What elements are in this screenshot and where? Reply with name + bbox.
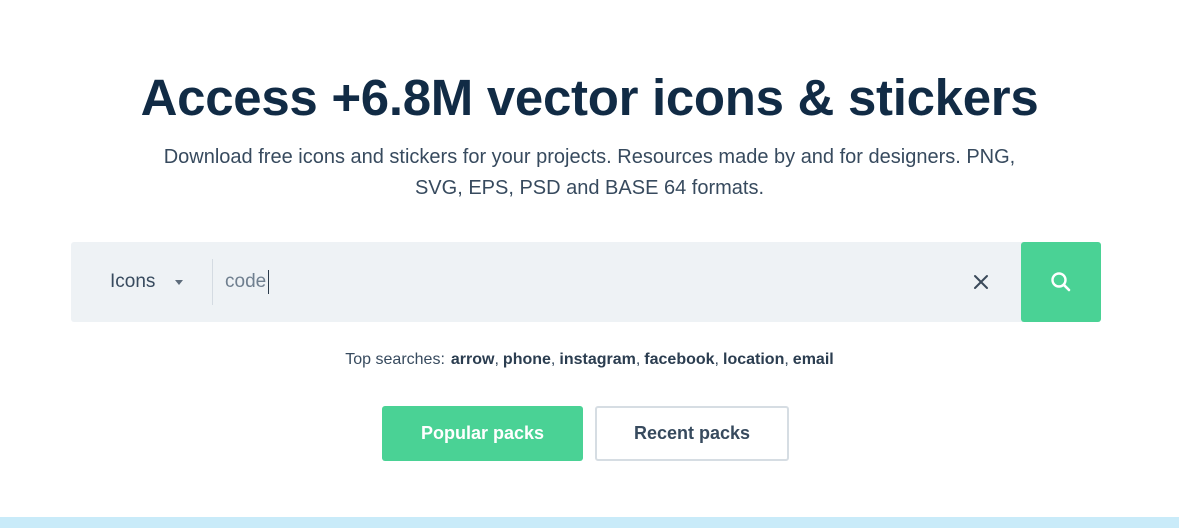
clear-search-button[interactable] bbox=[967, 268, 995, 296]
subtitle-line-2: SVG, EPS, PSD and BASE 64 formats. bbox=[414, 177, 765, 199]
top-search-link-location[interactable]: location bbox=[723, 351, 784, 368]
section-band bbox=[0, 517, 1179, 528]
type-select-label: Icons bbox=[110, 271, 156, 292]
top-searches-label: Top searches: bbox=[345, 351, 445, 368]
popular-packs-button[interactable]: Popular packs bbox=[382, 406, 583, 461]
top-search-link-instagram[interactable]: instagram bbox=[559, 351, 635, 368]
search-input[interactable] bbox=[225, 264, 945, 300]
close-icon bbox=[974, 275, 988, 289]
text-cursor bbox=[268, 270, 269, 294]
page-subtitle: Download free icons and stickers for you… bbox=[110, 142, 1069, 204]
top-search-link-facebook[interactable]: facebook bbox=[644, 351, 714, 368]
subtitle-line-1: Download free icons and stickers for you… bbox=[163, 146, 1016, 168]
top-search-link-phone[interactable]: phone bbox=[503, 351, 551, 368]
type-select-dropdown[interactable]: Icons bbox=[71, 242, 212, 322]
top-search-link-arrow[interactable]: arrow bbox=[451, 351, 495, 368]
caret-down-icon bbox=[175, 280, 183, 285]
search-bar: Icons bbox=[71, 242, 1101, 322]
top-searches: Top searches: arrow, phone, instagram, faceb… bbox=[345, 351, 834, 368]
page-title: Access +6.8M vector icons & stickers bbox=[140, 69, 1039, 126]
divider bbox=[212, 259, 213, 305]
top-search-link-email[interactable]: email bbox=[793, 351, 834, 368]
search-button[interactable] bbox=[1021, 242, 1101, 322]
search-icon bbox=[1051, 272, 1071, 292]
recent-packs-button[interactable]: Recent packs bbox=[595, 406, 789, 461]
